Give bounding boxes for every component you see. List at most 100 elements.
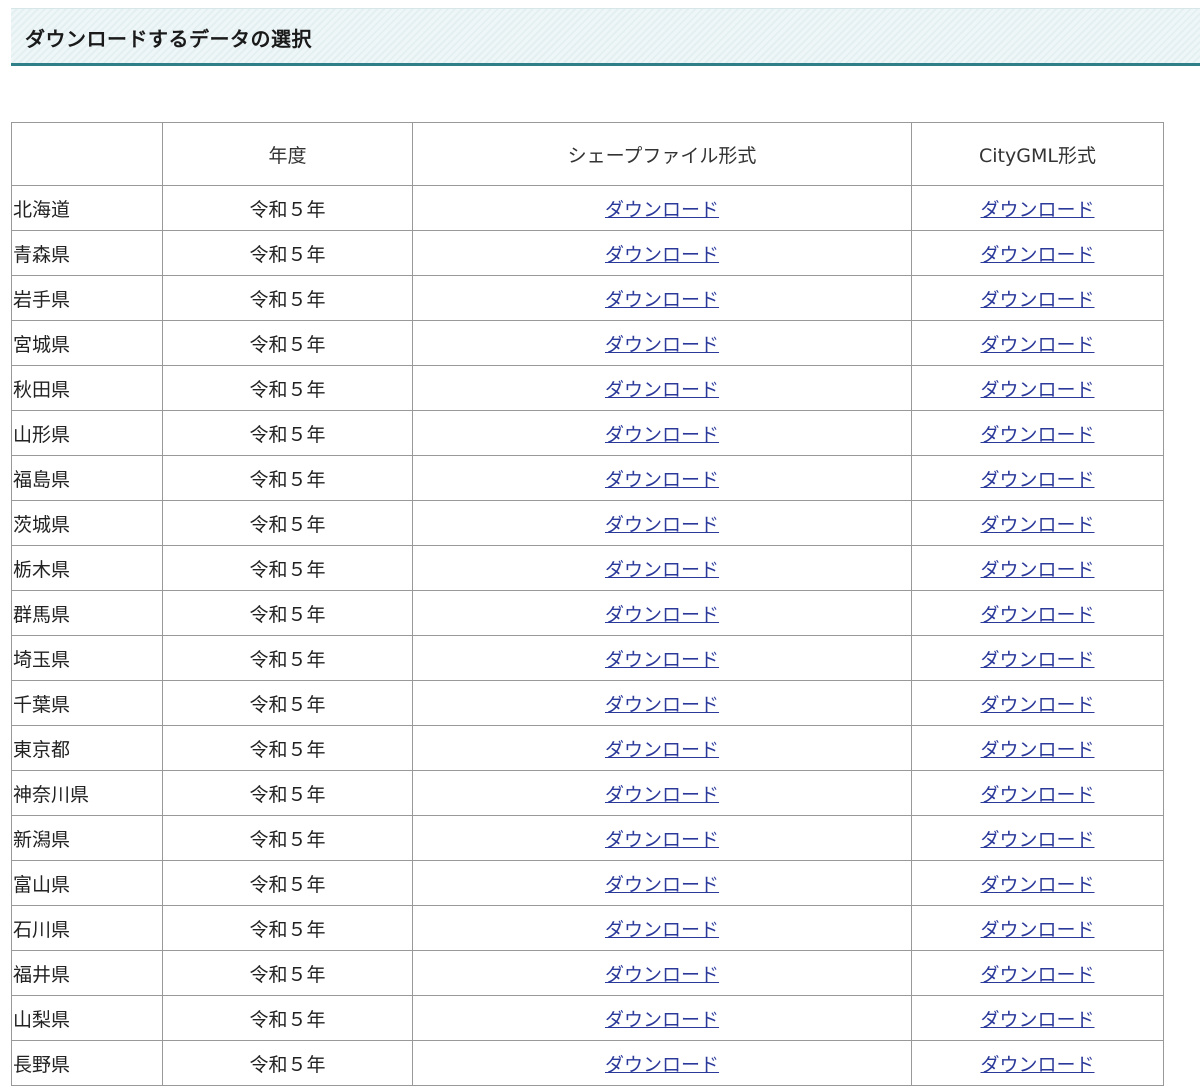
shapefile-cell: ダウンロード xyxy=(412,725,912,771)
citygml-cell: ダウンロード xyxy=(911,770,1164,816)
table-row: 青森県 令和５年 ダウンロード ダウンロード xyxy=(11,230,1164,276)
year-cell: 令和５年 xyxy=(162,950,413,996)
shapefile-download-link[interactable]: ダウンロード xyxy=(605,289,719,311)
shapefile-download-link[interactable]: ダウンロード xyxy=(605,604,719,626)
shapefile-cell: ダウンロード xyxy=(412,545,912,591)
citygml-download-link[interactable]: ダウンロード xyxy=(980,469,1094,491)
year-cell: 令和５年 xyxy=(162,500,413,546)
prefecture-cell: 神奈川県 xyxy=(11,770,163,816)
citygml-download-link[interactable]: ダウンロード xyxy=(980,739,1094,761)
prefecture-cell: 茨城県 xyxy=(11,500,163,546)
table-row: 福井県 令和５年 ダウンロード ダウンロード xyxy=(11,950,1164,996)
citygml-download-link[interactable]: ダウンロード xyxy=(980,649,1094,671)
header-shapefile: シェープファイル形式 xyxy=(412,122,912,186)
shapefile-cell: ダウンロード xyxy=(412,590,912,636)
prefecture-cell: 埼玉県 xyxy=(11,635,163,681)
shapefile-download-link[interactable]: ダウンロード xyxy=(605,1009,719,1031)
citygml-cell: ダウンロード xyxy=(911,590,1164,636)
citygml-download-link[interactable]: ダウンロード xyxy=(980,874,1094,896)
shapefile-cell: ダウンロード xyxy=(412,860,912,906)
table-row: 宮城県 令和５年 ダウンロード ダウンロード xyxy=(11,320,1164,366)
shapefile-download-link[interactable]: ダウンロード xyxy=(605,874,719,896)
prefecture-cell: 福島県 xyxy=(11,455,163,501)
shapefile-download-link[interactable]: ダウンロード xyxy=(605,379,719,401)
year-cell: 令和５年 xyxy=(162,230,413,276)
citygml-cell: ダウンロード xyxy=(911,500,1164,546)
citygml-download-link[interactable]: ダウンロード xyxy=(980,199,1094,221)
citygml-download-link[interactable]: ダウンロード xyxy=(980,829,1094,851)
citygml-download-link[interactable]: ダウンロード xyxy=(980,1054,1094,1076)
table-row: 群馬県 令和５年 ダウンロード ダウンロード xyxy=(11,590,1164,636)
citygml-cell: ダウンロード xyxy=(911,275,1164,321)
shapefile-cell: ダウンロード xyxy=(412,1040,912,1086)
citygml-download-link[interactable]: ダウンロード xyxy=(980,919,1094,941)
citygml-cell: ダウンロード xyxy=(911,950,1164,996)
prefecture-cell: 栃木県 xyxy=(11,545,163,591)
shapefile-download-link[interactable]: ダウンロード xyxy=(605,244,719,266)
prefecture-cell: 秋田県 xyxy=(11,365,163,411)
section-title: ダウンロードするデータの選択 xyxy=(25,27,312,51)
prefecture-cell: 富山県 xyxy=(11,860,163,906)
citygml-download-link[interactable]: ダウンロード xyxy=(980,1009,1094,1031)
citygml-cell: ダウンロード xyxy=(911,680,1164,726)
year-cell: 令和５年 xyxy=(162,590,413,636)
shapefile-download-link[interactable]: ダウンロード xyxy=(605,694,719,716)
table-row: 千葉県 令和５年 ダウンロード ダウンロード xyxy=(11,680,1164,726)
shapefile-download-link[interactable]: ダウンロード xyxy=(605,469,719,491)
citygml-download-link[interactable]: ダウンロード xyxy=(980,604,1094,626)
table-body: 北海道 令和５年 ダウンロード ダウンロード 青森県 令和５年 ダウンロード ダウンロード 岩手… xyxy=(11,185,1164,1086)
citygml-download-link[interactable]: ダウンロード xyxy=(980,424,1094,446)
shapefile-download-link[interactable]: ダウンロード xyxy=(605,559,719,581)
shapefile-cell: ダウンロード xyxy=(412,995,912,1041)
table-row: 神奈川県 令和５年 ダウンロード ダウンロード xyxy=(11,770,1164,816)
citygml-download-link[interactable]: ダウンロード xyxy=(980,289,1094,311)
table-row: 栃木県 令和５年 ダウンロード ダウンロード xyxy=(11,545,1164,591)
citygml-download-link[interactable]: ダウンロード xyxy=(980,379,1094,401)
citygml-cell: ダウンロード xyxy=(911,905,1164,951)
table-row: 東京都 令和５年 ダウンロード ダウンロード xyxy=(11,725,1164,771)
year-cell: 令和５年 xyxy=(162,635,413,681)
year-cell: 令和５年 xyxy=(162,275,413,321)
citygml-download-link[interactable]: ダウンロード xyxy=(980,244,1094,266)
shapefile-download-link[interactable]: ダウンロード xyxy=(605,334,719,356)
download-table-container: 年度 シェープファイル形式 CityGML形式 北海道 令和５年 ダウンロード ダウン… xyxy=(11,122,1164,1086)
prefecture-cell: 青森県 xyxy=(11,230,163,276)
table-row: 埼玉県 令和５年 ダウンロード ダウンロード xyxy=(11,635,1164,681)
year-cell: 令和５年 xyxy=(162,320,413,366)
year-cell: 令和５年 xyxy=(162,455,413,501)
citygml-cell: ダウンロード xyxy=(911,365,1164,411)
prefecture-cell: 東京都 xyxy=(11,725,163,771)
citygml-cell: ダウンロード xyxy=(911,230,1164,276)
shapefile-download-link[interactable]: ダウンロード xyxy=(605,649,719,671)
prefecture-cell: 岩手県 xyxy=(11,275,163,321)
year-cell: 令和５年 xyxy=(162,365,413,411)
shapefile-cell: ダウンロード xyxy=(412,500,912,546)
citygml-download-link[interactable]: ダウンロード xyxy=(980,694,1094,716)
table-row: 山形県 令和５年 ダウンロード ダウンロード xyxy=(11,410,1164,456)
citygml-download-link[interactable]: ダウンロード xyxy=(980,784,1094,806)
shapefile-download-link[interactable]: ダウンロード xyxy=(605,514,719,536)
prefecture-cell: 山形県 xyxy=(11,410,163,456)
shapefile-cell: ダウンロード xyxy=(412,770,912,816)
shapefile-download-link[interactable]: ダウンロード xyxy=(605,739,719,761)
table-row: 北海道 令和５年 ダウンロード ダウンロード xyxy=(11,185,1164,231)
citygml-download-link[interactable]: ダウンロード xyxy=(980,514,1094,536)
header-citygml: CityGML形式 xyxy=(911,122,1164,186)
shapefile-download-link[interactable]: ダウンロード xyxy=(605,919,719,941)
shapefile-download-link[interactable]: ダウンロード xyxy=(605,424,719,446)
shapefile-download-link[interactable]: ダウンロード xyxy=(605,784,719,806)
shapefile-download-link[interactable]: ダウンロード xyxy=(605,964,719,986)
citygml-cell: ダウンロード xyxy=(911,185,1164,231)
shapefile-download-link[interactable]: ダウンロード xyxy=(605,829,719,851)
year-cell: 令和５年 xyxy=(162,725,413,771)
citygml-download-link[interactable]: ダウンロード xyxy=(980,559,1094,581)
table-row: 秋田県 令和５年 ダウンロード ダウンロード xyxy=(11,365,1164,411)
shapefile-cell: ダウンロード xyxy=(412,635,912,681)
shapefile-download-link[interactable]: ダウンロード xyxy=(605,1054,719,1076)
citygml-cell: ダウンロード xyxy=(911,1040,1164,1086)
shapefile-cell: ダウンロード xyxy=(412,320,912,366)
citygml-download-link[interactable]: ダウンロード xyxy=(980,964,1094,986)
shapefile-download-link[interactable]: ダウンロード xyxy=(605,199,719,221)
prefecture-cell: 宮城県 xyxy=(11,320,163,366)
citygml-download-link[interactable]: ダウンロード xyxy=(980,334,1094,356)
